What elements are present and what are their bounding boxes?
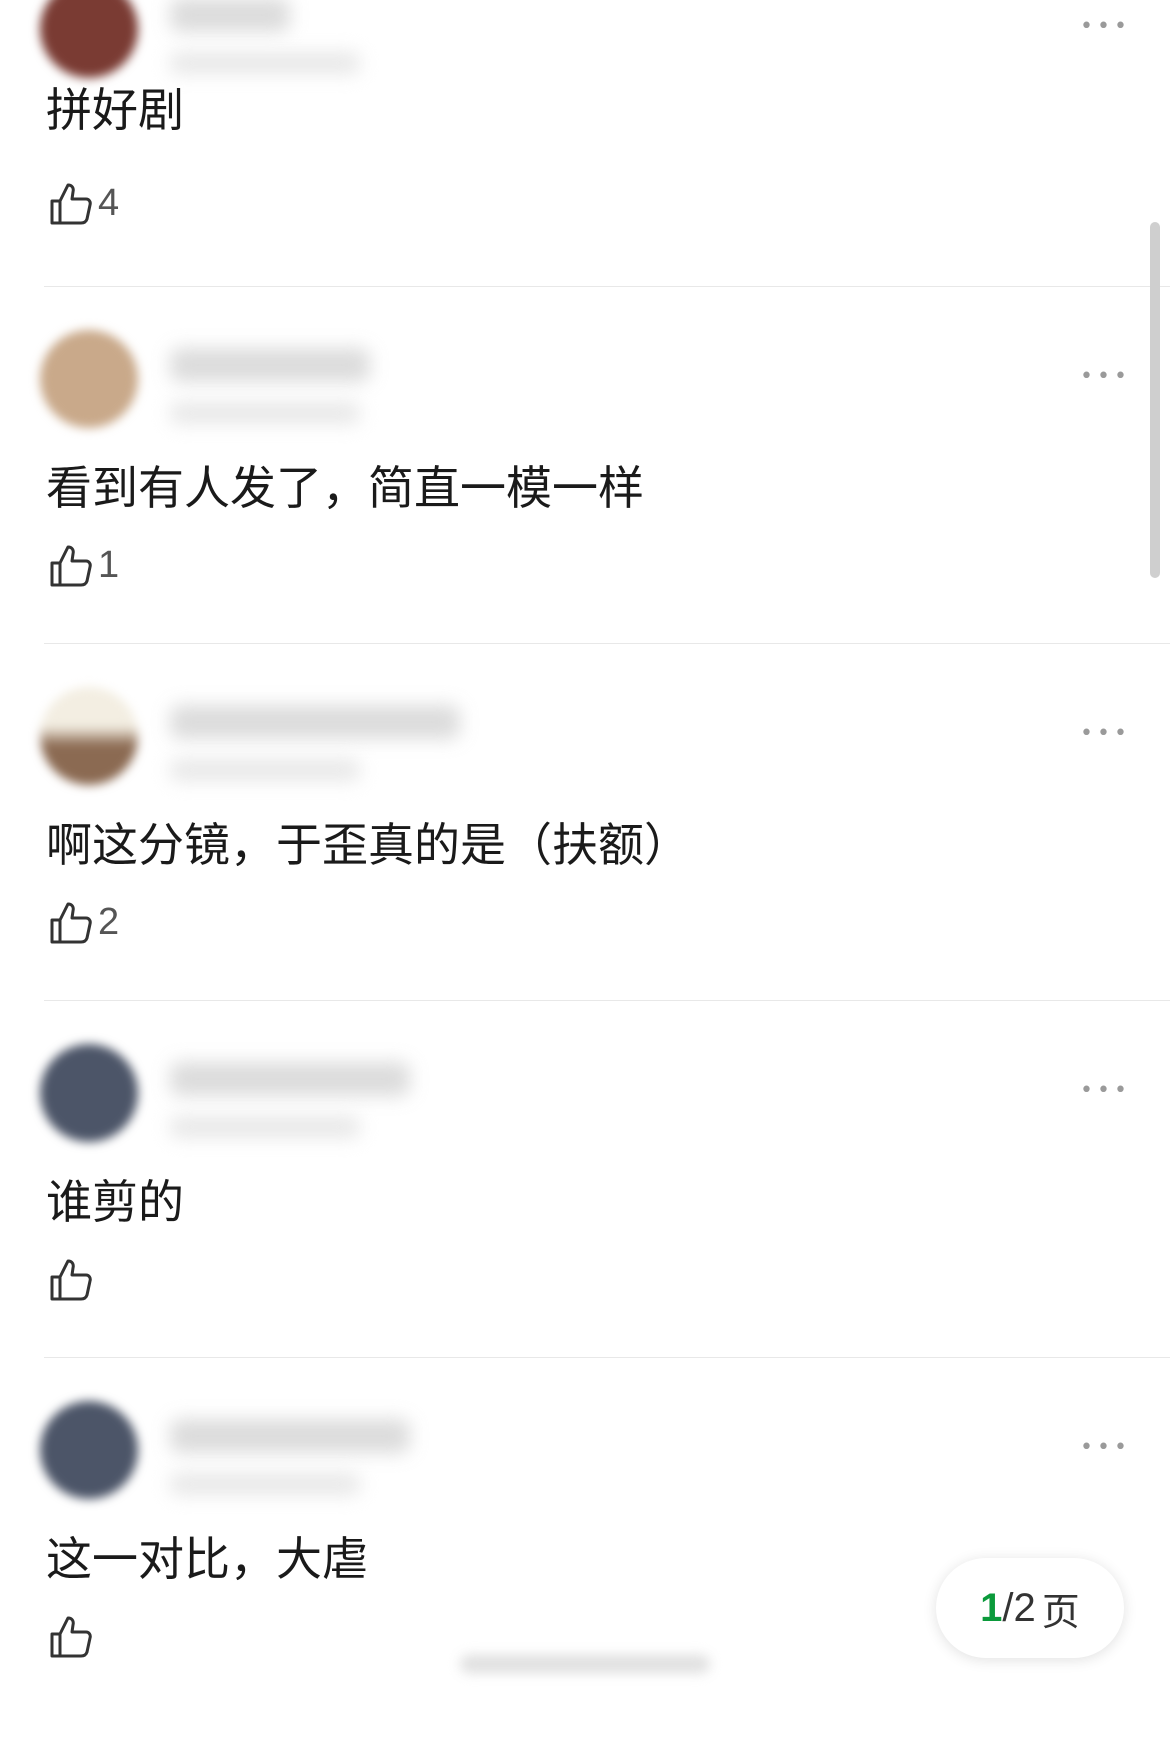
avatar[interactable] [40, 330, 138, 428]
divider [44, 643, 1170, 644]
page-current: 1 [980, 1585, 1003, 1630]
comment-meta-blurred [170, 402, 360, 424]
username-blurred[interactable] [170, 0, 290, 32]
like-count: 1 [98, 543, 120, 586]
username-blurred[interactable] [170, 705, 460, 739]
comment-text: 看到有人发了，简直一模一样 [46, 461, 644, 515]
more-options-icon[interactable]: ••• [1080, 723, 1127, 745]
comment-meta-blurred [170, 759, 360, 781]
comment-meta-blurred [170, 1116, 360, 1138]
divider [44, 1357, 1170, 1358]
divider [44, 1000, 1170, 1001]
like-button[interactable] [46, 1611, 98, 1661]
like-button[interactable]: 4 [46, 178, 119, 228]
more-options-icon[interactable]: ••• [1080, 1080, 1127, 1102]
thumbs-up-icon [50, 1259, 92, 1301]
comment-meta-blurred [170, 52, 360, 74]
avatar[interactable] [40, 687, 138, 785]
page-indicator[interactable]: 1 / 2 页 [936, 1558, 1124, 1658]
avatar[interactable] [40, 1401, 138, 1499]
more-options-icon[interactable]: ••• [1080, 16, 1127, 38]
home-indicator-blurred [460, 1655, 710, 1673]
username-blurred[interactable] [170, 1062, 410, 1096]
comment-text: 啊这分镜，于歪真的是（扶额） [46, 818, 690, 872]
comment-item: ••• 谁剪的 [0, 1044, 1170, 1400]
thumbs-up-icon [50, 902, 92, 944]
like-count: 4 [98, 181, 120, 224]
page-separator: / [1002, 1585, 1014, 1630]
page-unit: 页 [1041, 1589, 1080, 1634]
avatar[interactable] [40, 1044, 138, 1142]
like-count: 2 [98, 900, 120, 943]
comment-text: 拼好剧 [46, 83, 184, 137]
more-options-icon[interactable]: ••• [1080, 366, 1127, 388]
comment-text: 谁剪的 [46, 1175, 184, 1229]
comment-item: ••• 啊这分镜，于歪真的是（扶额） 2 [0, 687, 1170, 1043]
comment-meta-blurred [170, 1473, 360, 1495]
divider [44, 286, 1170, 287]
thumbs-up-icon [50, 1616, 92, 1658]
more-options-icon[interactable]: ••• [1080, 1437, 1127, 1459]
username-blurred[interactable] [170, 348, 370, 382]
like-button[interactable]: 2 [46, 897, 119, 947]
comment-text: 这一对比，大虐 [46, 1532, 368, 1586]
like-button[interactable] [46, 1254, 98, 1304]
like-button[interactable]: 1 [46, 540, 119, 590]
thumbs-up-icon [50, 183, 92, 225]
page-total: 2 [1013, 1585, 1036, 1630]
avatar[interactable] [40, 0, 138, 78]
comment-item: ••• 看到有人发了，简直一模一样 1 [0, 330, 1170, 686]
thumbs-up-icon [50, 545, 92, 587]
scrollbar[interactable] [1150, 222, 1160, 578]
username-blurred[interactable] [170, 1419, 410, 1453]
